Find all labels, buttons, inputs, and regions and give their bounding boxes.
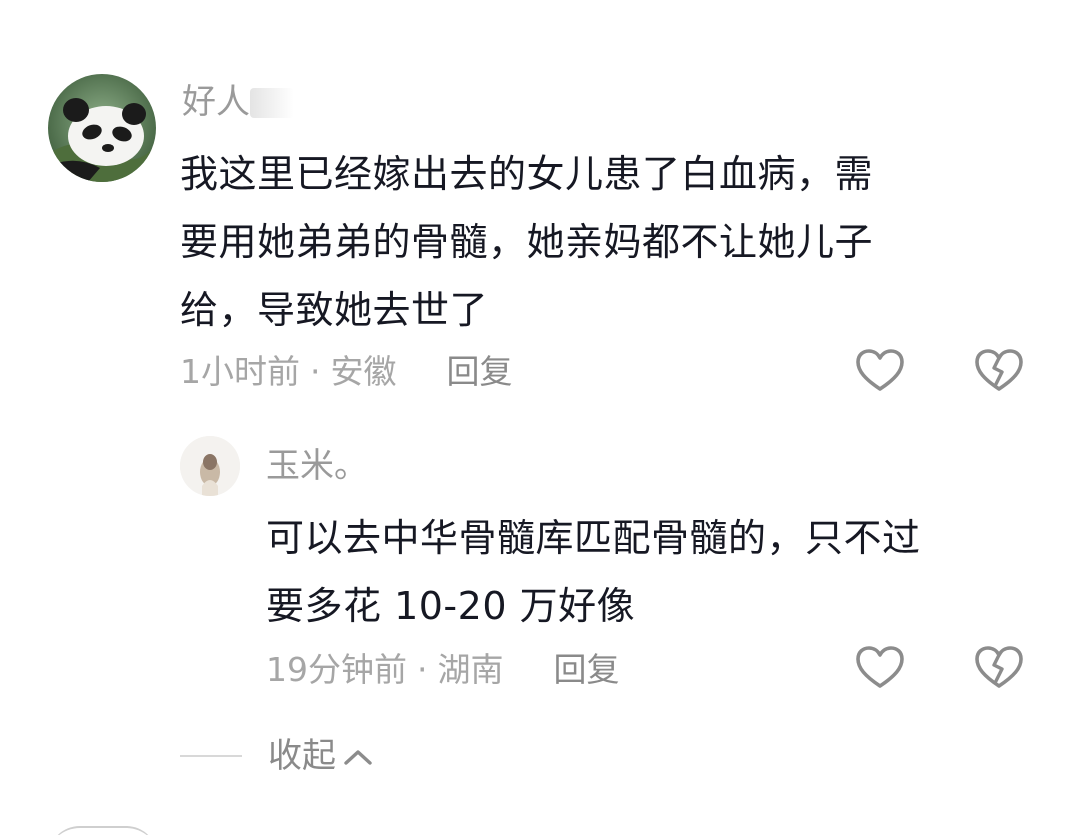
avatar[interactable] <box>48 74 156 182</box>
reply-location: 湖南 <box>437 650 504 689</box>
reply-button[interactable]: 回复 <box>447 352 513 392</box>
panda-avatar-icon <box>48 74 156 182</box>
comment-text-line: 给，导致她去世了 <box>180 288 489 332</box>
comment-username[interactable]: 好人 <box>182 82 250 122</box>
reply-avatar[interactable] <box>180 436 240 496</box>
comment-text: 我这里已经嫁出去的女儿患了白血病，需 要用她弟弟的骨髓，她亲妈都不让她儿子 给，… <box>180 140 1020 344</box>
reply-text-line: 要多花 10-20 万好像 <box>266 584 636 628</box>
comment-meta: 1小时前 · 安徽 回复 <box>180 352 513 392</box>
heart-outline-icon <box>856 646 904 688</box>
reply-text: 可以去中华骨髓库匹配骨髓的，只不过 要多花 10-20 万好像 <box>266 504 1056 640</box>
collapse-label: 收起 <box>268 736 336 776</box>
collapse-divider <box>180 755 242 757</box>
comment-thread: 好人 我这里已经嫁出去的女儿患了白血病，需 要用她弟弟的骨髓，她亲妈都不让她儿子… <box>0 0 1080 835</box>
meta-separator: · <box>310 352 321 391</box>
comment-text-line: 我这里已经嫁出去的女儿患了白血病，需 <box>180 152 874 196</box>
reply-button[interactable]: 回复 <box>554 650 620 690</box>
next-comment-avatar-peek <box>48 826 158 835</box>
dislike-button[interactable] <box>974 348 1024 394</box>
broken-heart-icon <box>975 349 1023 391</box>
reply-text-line: 可以去中华骨髓库匹配骨髓的，只不过 <box>266 516 921 560</box>
comment-text-line: 要用她弟弟的骨髓，她亲妈都不让她儿子 <box>180 220 874 264</box>
collapse-replies-button[interactable]: 收起 <box>180 736 374 776</box>
reply-username[interactable]: 玉米。 <box>266 446 368 486</box>
like-button[interactable] <box>855 348 905 394</box>
meta-separator: · <box>417 650 428 689</box>
reply-time: 19分钟前 <box>266 650 407 689</box>
girl-avatar-icon <box>180 436 240 496</box>
broken-heart-icon <box>975 646 1023 688</box>
heart-outline-icon <box>856 349 904 391</box>
username-blur <box>250 88 294 118</box>
reply-like-button[interactable] <box>855 645 905 691</box>
comment-location: 安徽 <box>330 352 397 391</box>
reply-dislike-button[interactable] <box>974 645 1024 691</box>
comment-time: 1小时前 <box>180 352 300 391</box>
reply-meta: 19分钟前 · 湖南 回复 <box>266 650 620 690</box>
chevron-up-icon <box>342 736 374 776</box>
